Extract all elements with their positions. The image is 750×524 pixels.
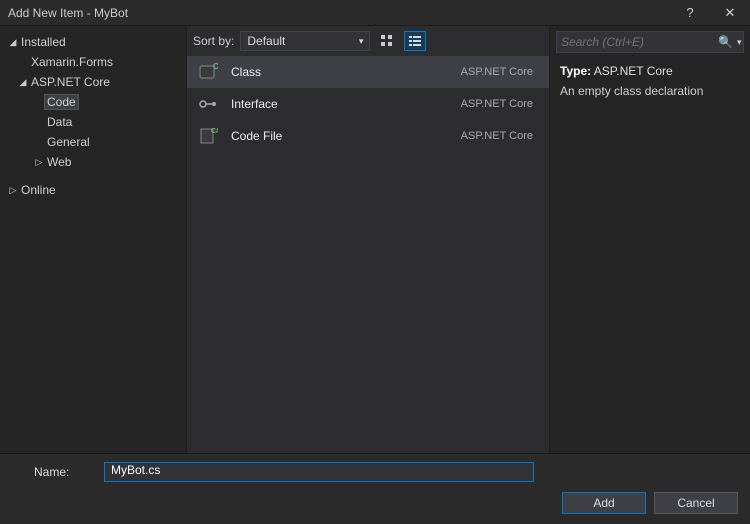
template-list: C# Class ASP.NET Core Interface ASP.NET …: [187, 56, 549, 453]
bottom-bar: Name: Add Cancel: [0, 453, 750, 524]
caret-down-icon: ◢: [18, 77, 28, 88]
tree-data[interactable]: Data: [4, 112, 182, 132]
class-icon: C#: [197, 61, 219, 83]
tree-general[interactable]: General: [4, 132, 182, 152]
chevron-down-icon: ▾: [359, 36, 364, 47]
cancel-button[interactable]: Cancel: [654, 492, 738, 514]
close-button[interactable]: ✕: [710, 0, 750, 26]
name-row: Name:: [10, 462, 740, 482]
name-input[interactable]: [111, 463, 527, 477]
button-row: Add Cancel: [10, 492, 740, 514]
search-box[interactable]: 🔍 ▾: [556, 31, 744, 53]
help-button[interactable]: ?: [670, 0, 710, 26]
tree-installed[interactable]: ◢ Installed: [4, 32, 182, 52]
sort-label: Sort by:: [193, 34, 234, 48]
template-item-codefile[interactable]: C# Code File ASP.NET Core: [187, 120, 549, 152]
view-grid-button[interactable]: [376, 31, 398, 51]
svg-text:C#: C#: [213, 62, 218, 71]
tree-aspnet-core[interactable]: ◢ ASP.NET Core: [4, 72, 182, 92]
tree-xamarin-forms[interactable]: Xamarin.Forms: [4, 52, 182, 72]
interface-icon: [197, 93, 219, 115]
category-tree: ◢ Installed Xamarin.Forms ◢ ASP.NET Core…: [0, 26, 186, 453]
view-list-button[interactable]: [404, 31, 426, 51]
type-description: An empty class declaration: [560, 84, 740, 98]
template-item-class[interactable]: C# Class ASP.NET Core: [187, 56, 549, 88]
details-panel: 🔍 ▾ Type: ASP.NET Core An empty class de…: [550, 26, 750, 453]
svg-text:C#: C#: [211, 128, 218, 135]
name-field-wrapper[interactable]: [104, 462, 534, 482]
chevron-down-icon[interactable]: ▾: [737, 37, 742, 48]
tree-online[interactable]: ▷ Online: [4, 180, 182, 200]
type-label: Type:: [560, 64, 591, 78]
template-panel: Sort by: Default ▾: [186, 26, 550, 453]
search-icon: 🔍: [718, 35, 733, 49]
sort-row: Sort by: Default ▾: [187, 26, 549, 56]
tree-code[interactable]: Code: [4, 92, 182, 112]
sort-dropdown[interactable]: Default ▾: [240, 31, 370, 51]
grid-icon: [380, 34, 394, 48]
template-item-interface[interactable]: Interface ASP.NET Core: [187, 88, 549, 120]
type-value: ASP.NET Core: [594, 64, 673, 78]
caret-right-icon: ▷: [34, 157, 44, 168]
title-bar: Add New Item - MyBot ? ✕: [0, 0, 750, 26]
window-title: Add New Item - MyBot: [8, 6, 670, 20]
tree-web[interactable]: ▷ Web: [4, 152, 182, 172]
list-icon: [408, 34, 422, 48]
main-area: ◢ Installed Xamarin.Forms ◢ ASP.NET Core…: [0, 26, 750, 453]
name-label: Name:: [10, 465, 94, 479]
caret-down-icon: ◢: [8, 37, 18, 48]
add-button[interactable]: Add: [562, 492, 646, 514]
details-text: Type: ASP.NET Core An empty class declar…: [550, 58, 750, 104]
codefile-icon: C#: [197, 125, 219, 147]
search-input[interactable]: [561, 35, 718, 49]
caret-right-icon: ▷: [8, 185, 18, 196]
